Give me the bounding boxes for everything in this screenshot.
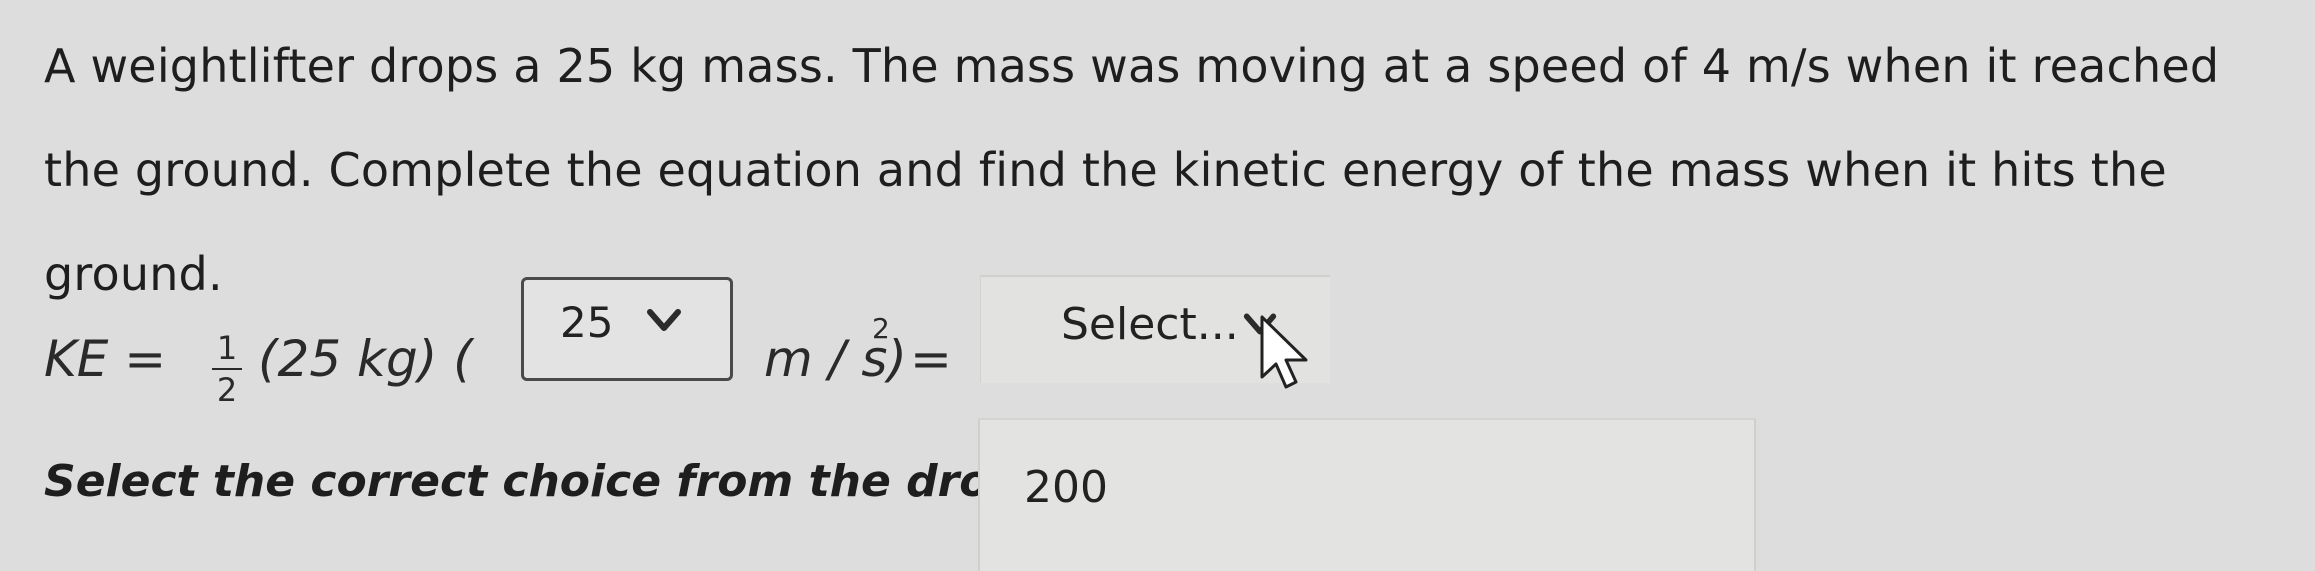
equation-lhs: KE = xyxy=(44,330,167,388)
equals-sign: = xyxy=(910,330,952,388)
one-half-fraction: 1 2 xyxy=(212,330,242,408)
energy-option-200[interactable]: 200 xyxy=(1024,462,1108,513)
squared-exponent: 2 xyxy=(872,312,890,345)
speed-dropdown[interactable]: 25 xyxy=(521,277,733,381)
instruction-text: Select the correct choice from the dro xyxy=(44,456,984,507)
fraction-bar xyxy=(212,368,242,370)
fraction-numerator: 1 xyxy=(216,329,238,367)
speed-dropdown-value: 25 xyxy=(560,298,614,347)
chevron-down-icon xyxy=(647,309,681,331)
kinetic-energy-equation: KE = 1 2 (25 kg) ( 25 m / s) 2 = Select.… xyxy=(44,275,1344,420)
mass-term: (25 kg) ( xyxy=(258,330,473,388)
energy-dropdown-value: Select... xyxy=(1061,299,1239,350)
fraction-denominator: 2 xyxy=(216,371,238,409)
energy-options-menu: 200 xyxy=(978,418,1756,571)
mouse-pointer-icon xyxy=(1260,315,1308,389)
